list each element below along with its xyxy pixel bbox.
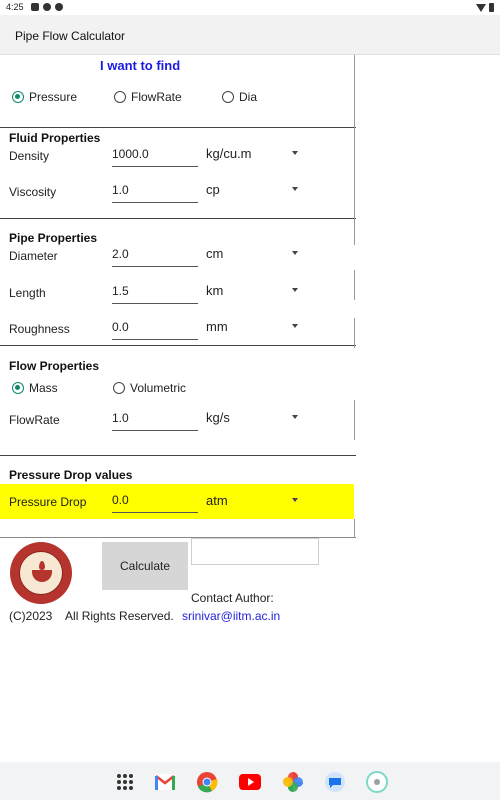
density-unit-value: kg/cu.m (206, 146, 252, 161)
radio-label: Mass (29, 381, 58, 395)
flowrate-label: FlowRate (9, 413, 60, 427)
radio-unchecked-icon (113, 382, 125, 394)
panel-edge (354, 55, 355, 245)
radio-find-dia[interactable]: Dia (222, 90, 257, 104)
radio-checked-icon (12, 382, 24, 394)
roughness-label: Roughness (9, 322, 70, 336)
viscosity-unit-value: cp (206, 182, 220, 197)
dropdown-arrow-icon (292, 187, 298, 191)
pressure-drop-row: Pressure Drop 0.0 atm (0, 484, 354, 519)
viscosity-input[interactable]: 1.0 (112, 181, 198, 203)
diameter-label: Diameter (9, 249, 58, 263)
panel-edge (354, 270, 355, 300)
density-input[interactable]: 1000.0 (112, 145, 198, 167)
roughness-unit-select[interactable]: mm (206, 319, 304, 341)
pressure-drop-output: 0.0 (112, 491, 198, 513)
panel-edge (354, 318, 355, 348)
panel-edge (354, 400, 355, 440)
wifi-icon (476, 3, 486, 12)
section-title-pressure: Pressure Drop values (9, 468, 133, 482)
section-title-fluid: Fluid Properties (9, 131, 101, 145)
divider (0, 455, 356, 456)
section-title-pipe: Pipe Properties (9, 231, 98, 245)
status-time: 4:25 (6, 2, 24, 12)
radio-label: Dia (239, 90, 258, 104)
flowrate-input[interactable]: 1.0 (112, 409, 198, 431)
gmail-icon[interactable] (154, 771, 176, 793)
radio-label: Pressure (29, 90, 78, 104)
density-unit-select[interactable]: kg/cu.m (206, 146, 304, 168)
diameter-input[interactable]: 2.0 (112, 245, 198, 267)
author-email-link[interactable]: srinivar@iitm.ac.in (182, 609, 280, 623)
pressure-drop-unit-value: atm (206, 493, 228, 508)
notification-icon (43, 3, 51, 11)
flowrate-unit-select[interactable]: kg/s (206, 410, 304, 432)
radio-flow-volumetric[interactable]: Volumetric (113, 381, 186, 395)
divider (0, 218, 356, 219)
length-unit-select[interactable]: km (206, 283, 304, 305)
radio-flow-mass[interactable]: Mass (12, 381, 58, 395)
navigation-bar (0, 762, 500, 800)
radio-unchecked-icon (114, 91, 126, 103)
radio-label: Volumetric (130, 381, 187, 395)
app-bar: Pipe Flow Calculator (0, 15, 500, 55)
pressure-drop-label: Pressure Drop (9, 495, 87, 509)
dropdown-arrow-icon (292, 498, 298, 502)
messages-icon[interactable] (324, 771, 346, 793)
photos-icon[interactable] (282, 771, 304, 793)
radio-checked-icon (12, 91, 24, 103)
diameter-unit-select[interactable]: cm (206, 246, 304, 268)
sd-card-icon (31, 3, 39, 11)
length-label: Length (9, 286, 46, 300)
diameter-unit-value: cm (206, 246, 224, 261)
roughness-unit-value: mm (206, 319, 228, 334)
radio-find-pressure[interactable]: Pressure (12, 90, 77, 104)
length-input[interactable]: 1.5 (112, 282, 198, 304)
radio-unchecked-icon (222, 91, 234, 103)
length-unit-value: km (206, 283, 224, 298)
dropdown-arrow-icon (292, 288, 298, 292)
chrome-icon[interactable] (196, 771, 218, 793)
viscosity-unit-select[interactable]: cp (206, 182, 304, 204)
sync-icon (55, 3, 63, 11)
iit-madras-logo (10, 542, 72, 604)
contact-author-label: Contact Author: (191, 591, 274, 605)
app-title: Pipe Flow Calculator (15, 29, 126, 43)
app-drawer-icon[interactable] (114, 771, 136, 793)
dropdown-arrow-icon (292, 324, 298, 328)
flowrate-unit-value: kg/s (206, 410, 230, 425)
find-title: I want to find (100, 58, 181, 73)
density-label: Density (9, 149, 50, 163)
roughness-input[interactable]: 0.0 (112, 318, 198, 340)
panel-edge (354, 519, 355, 538)
battery-icon (489, 3, 494, 12)
radio-label: FlowRate (131, 90, 182, 104)
dropdown-arrow-icon (292, 251, 298, 255)
status-bar: 4:25 (0, 0, 500, 15)
dropdown-arrow-icon (292, 151, 298, 155)
app-icon[interactable] (366, 771, 388, 793)
radio-find-flowrate[interactable]: FlowRate (114, 90, 182, 104)
youtube-icon[interactable] (239, 771, 261, 793)
dropdown-arrow-icon (292, 415, 298, 419)
result-box (191, 538, 319, 565)
section-title-flow: Flow Properties (9, 359, 100, 373)
divider (0, 345, 356, 346)
divider (0, 127, 356, 128)
calculate-button[interactable]: Calculate (102, 542, 188, 590)
pressure-drop-unit-select[interactable]: atm (206, 493, 304, 515)
viscosity-label: Viscosity (9, 185, 57, 199)
copyright-text: (C)2023 All Rights Reserved. (9, 609, 174, 623)
